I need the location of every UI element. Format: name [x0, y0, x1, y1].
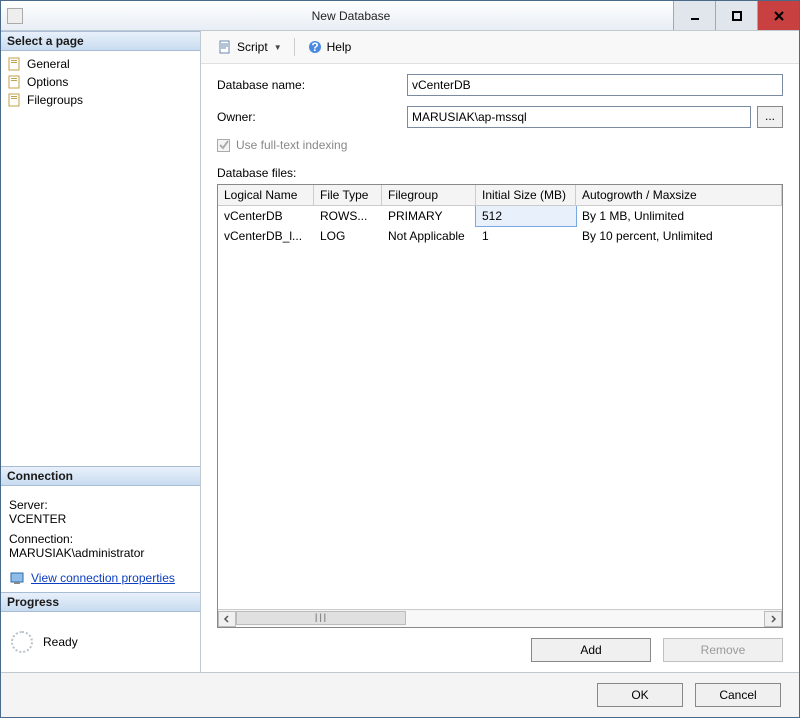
select-page-header: Select a page	[1, 31, 200, 51]
owner-label: Owner:	[217, 110, 407, 124]
cell-filegroup[interactable]: PRIMARY	[382, 206, 476, 226]
cell-logical-name[interactable]: vCenterDB	[218, 206, 314, 226]
connection-value: MARUSIAK\administrator	[9, 546, 192, 560]
grid-body: vCenterDB ROWS... PRIMARY 512 By 1 MB, U…	[218, 206, 782, 609]
left-pane: Select a page General Options Filegroups…	[1, 31, 201, 672]
form-area: Database name: Owner: ... Use full-text …	[201, 64, 799, 166]
progress-spinner-icon	[11, 631, 33, 653]
page-list: General Options Filegroups	[1, 51, 200, 466]
help-label: Help	[327, 40, 352, 54]
page-icon	[7, 74, 23, 90]
table-row[interactable]: vCenterDB ROWS... PRIMARY 512 By 1 MB, U…	[218, 206, 782, 226]
fulltext-checkbox	[217, 139, 230, 152]
cell-file-type[interactable]: ROWS...	[314, 206, 382, 226]
script-button[interactable]: Script ▼	[211, 37, 288, 57]
grid-header-row: Logical Name File Type Filegroup Initial…	[218, 185, 782, 206]
database-files-grid[interactable]: Logical Name File Type Filegroup Initial…	[217, 184, 783, 628]
connection-panel: Server: VCENTER Connection: MARUSIAK\adm…	[1, 486, 200, 592]
remove-button: Remove	[663, 638, 783, 662]
col-logical-name[interactable]: Logical Name	[218, 185, 314, 205]
fulltext-label: Use full-text indexing	[236, 138, 347, 152]
titlebar: New Database	[1, 1, 799, 31]
progress-status: Ready	[43, 635, 78, 649]
chevron-right-icon	[769, 615, 777, 623]
cell-autogrowth[interactable]: By 1 MB, Unlimited	[576, 206, 782, 226]
cell-autogrowth[interactable]: By 10 percent, Unlimited	[576, 226, 782, 246]
page-label: Filegroups	[27, 93, 83, 107]
server-label: Server:	[9, 498, 192, 512]
page-icon	[7, 92, 23, 108]
horizontal-scrollbar[interactable]: III	[218, 609, 782, 627]
page-label: General	[27, 57, 70, 71]
check-icon	[219, 140, 229, 150]
properties-icon	[9, 570, 25, 586]
grid-buttons-row: Add Remove	[201, 628, 799, 672]
owner-browse-button[interactable]: ...	[757, 106, 783, 128]
page-general[interactable]: General	[5, 55, 196, 73]
scroll-track[interactable]: III	[236, 611, 764, 627]
ok-button[interactable]: OK	[597, 683, 683, 707]
chevron-left-icon	[223, 615, 231, 623]
svg-text:?: ?	[311, 40, 318, 54]
scroll-left-button[interactable]	[218, 611, 236, 627]
script-dropdown-icon: ▼	[274, 43, 282, 52]
page-filegroups[interactable]: Filegroups	[5, 91, 196, 109]
close-button[interactable]	[757, 1, 799, 30]
scroll-thumb[interactable]: III	[236, 611, 406, 625]
page-label: Options	[27, 75, 68, 89]
toolbar-separator	[294, 38, 295, 56]
progress-panel: Ready	[1, 612, 200, 672]
app-icon	[7, 8, 23, 24]
col-filegroup[interactable]: Filegroup	[382, 185, 476, 205]
window-title: New Database	[29, 9, 673, 23]
connection-label: Connection:	[9, 532, 192, 546]
cell-initial-size[interactable]: 1	[476, 226, 576, 246]
cell-initial-size[interactable]: 512	[476, 206, 576, 226]
page-options[interactable]: Options	[5, 73, 196, 91]
help-button[interactable]: ? Help	[301, 37, 358, 57]
script-icon	[217, 39, 233, 55]
connection-header: Connection	[1, 466, 200, 486]
db-name-label: Database name:	[217, 78, 407, 92]
progress-header: Progress	[1, 592, 200, 612]
right-pane: Script ▼ ? Help Database name: Owner: ..	[201, 31, 799, 672]
script-label: Script	[237, 40, 268, 54]
col-autogrowth[interactable]: Autogrowth / Maxsize	[576, 185, 782, 205]
server-value: VCENTER	[9, 512, 192, 526]
maximize-button[interactable]	[715, 1, 757, 30]
dialog-footer: OK Cancel	[1, 672, 799, 717]
db-name-input[interactable]	[407, 74, 783, 96]
page-icon	[7, 56, 23, 72]
toolbar: Script ▼ ? Help	[201, 31, 799, 64]
owner-input[interactable]	[407, 106, 751, 128]
view-connection-properties-link[interactable]: View connection properties	[31, 571, 175, 585]
col-initial-size[interactable]: Initial Size (MB)	[476, 185, 576, 205]
help-icon: ?	[307, 39, 323, 55]
add-button[interactable]: Add	[531, 638, 651, 662]
cancel-button[interactable]: Cancel	[695, 683, 781, 707]
minimize-button[interactable]	[673, 1, 715, 30]
cell-logical-name[interactable]: vCenterDB_l...	[218, 226, 314, 246]
scroll-right-button[interactable]	[764, 611, 782, 627]
table-row[interactable]: vCenterDB_l... LOG Not Applicable 1 By 1…	[218, 226, 782, 246]
cell-filegroup[interactable]: Not Applicable	[382, 226, 476, 246]
files-label: Database files:	[217, 166, 783, 180]
col-file-type[interactable]: File Type	[314, 185, 382, 205]
cell-file-type[interactable]: LOG	[314, 226, 382, 246]
new-database-dialog: New Database Select a page General Optio…	[0, 0, 800, 718]
